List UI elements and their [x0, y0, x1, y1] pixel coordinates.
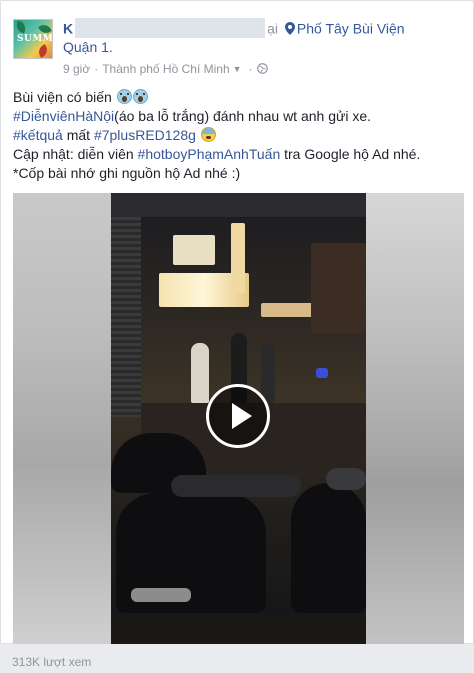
face-screaming-emoji-icon [132, 89, 148, 104]
video-blur-side [13, 193, 111, 644]
message-text: tra Google hộ Ad nhé. [280, 146, 421, 162]
avatar-flower-decoration [36, 44, 50, 58]
chevron-down-icon[interactable]: ▼ [233, 64, 242, 74]
message-text: *Cốp bài nhớ ghi nguồn hộ Ad nhé :) [13, 165, 241, 181]
post-timestamp[interactable]: 9 giờ [63, 62, 90, 76]
building [311, 243, 366, 333]
location-link-line2[interactable]: Quận 1. [63, 39, 113, 55]
video-player[interactable] [13, 193, 464, 644]
view-count: 313K lượt xem [12, 655, 92, 669]
face-screaming-emoji-icon [116, 89, 132, 104]
play-button[interactable] [206, 384, 270, 448]
post-card: SUMMER Kại Phố Tây Bùi Viện Quận 1. 9 gi… [0, 0, 474, 644]
post-city[interactable]: Thành phố Hồ Chí Minh [102, 62, 229, 76]
avatar-leaf-decoration [14, 20, 28, 34]
hashtag-link[interactable]: #DiễnviênHàNội [13, 108, 114, 124]
person [191, 343, 209, 403]
post-header: Kại Phố Tây Bùi Viện [63, 18, 405, 40]
fearful-face-emoji-icon [200, 127, 216, 142]
hashtag-link[interactable]: #hotboyPhạmAnhTuấn [138, 146, 281, 162]
message-text: Cập nhật: diễn viên [13, 146, 138, 162]
video-blur-side [366, 193, 464, 644]
message-line: *Cốp bài nhớ ghi nguồn hộ Ad nhé :) [13, 164, 463, 183]
motorbike-seat [171, 475, 301, 497]
message-text: (áo ba lỗ trắng) đánh nhau wt anh gửi xe… [114, 108, 372, 124]
author-name-tail: ại [267, 20, 279, 37]
motorbike-seat [326, 468, 366, 490]
redacted-author-name [75, 18, 266, 38]
motorbike-trim [131, 588, 191, 602]
meta-separator: · [248, 61, 253, 76]
avatar[interactable]: SUMMER [13, 19, 53, 59]
ground [111, 618, 366, 644]
location-pin-icon [284, 21, 295, 35]
location-link[interactable]: Phố Tây Bùi Viện [297, 21, 405, 37]
hashtag-link[interactable]: #7plusRED128g [94, 127, 196, 143]
hashtag-link[interactable]: #kếtquả [13, 127, 63, 143]
post-message: Bùi viện có biến #DiễnviênHàNội(áo ba lỗ… [13, 88, 463, 183]
person [261, 343, 275, 403]
shop-light [231, 223, 245, 293]
shop-sign [173, 235, 215, 265]
message-line: #DiễnviênHàNội(áo ba lỗ trắng) đánh nhau… [13, 107, 463, 126]
motorbike [291, 483, 366, 613]
message-text: mất [62, 127, 94, 143]
meta-separator: · [94, 61, 99, 76]
message-line: Cập nhật: diễn viên #hotboyPhạmAnhTuấn t… [13, 145, 463, 164]
message-line: #kếtquả mất #7plusRED128g [13, 126, 463, 145]
message-line: Bùi viện có biến [13, 88, 463, 107]
message-text: Bùi viện có biến [13, 89, 112, 105]
globe-icon[interactable] [256, 63, 268, 75]
post-meta: 9 giờ · Thành phố Hồ Chí Minh ▼ · [63, 61, 268, 76]
awning [111, 193, 366, 217]
shutter [111, 217, 141, 417]
play-icon [232, 403, 252, 429]
blue-light [316, 368, 328, 378]
avatar-caption: SUMMER [17, 34, 53, 44]
author-name[interactable]: K [63, 21, 73, 37]
